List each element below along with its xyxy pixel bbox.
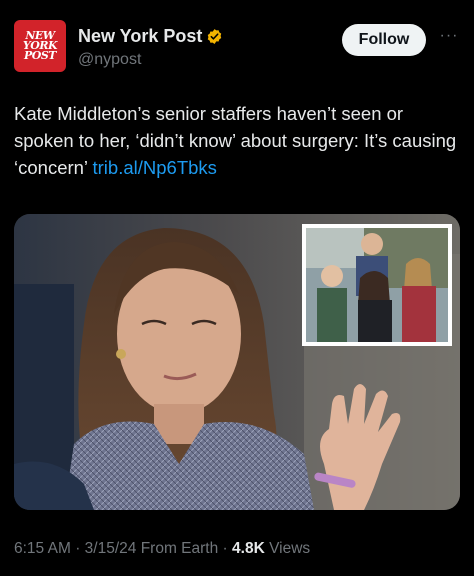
more-options-icon[interactable]: ··· — [438, 28, 460, 50]
tweet-time[interactable]: 6:15 AM — [14, 540, 71, 557]
tweet-date[interactable]: 3/15/24 — [85, 540, 137, 557]
photo-illustration — [14, 214, 460, 510]
author-info: New York Post @nypost — [78, 26, 223, 69]
tweet-source: From Earth — [140, 540, 219, 557]
tweet-header: NEW YORK POST New York Post @nypost Foll… — [14, 20, 460, 76]
author-handle[interactable]: @nypost — [78, 51, 223, 69]
tweet-body: Kate Middleton’s senior staffers haven’t… — [14, 103, 457, 178]
meta-separator: · — [75, 540, 81, 557]
views-label: Views — [269, 540, 311, 557]
author-display-name[interactable]: New York Post — [78, 26, 202, 47]
avatar[interactable]: NEW YORK POST — [14, 20, 66, 72]
earring — [116, 349, 126, 359]
tweet-metadata: 6:15 AM · 3/15/24 From Earth · 4.8K View… — [14, 540, 310, 558]
meta-separator: · — [222, 540, 228, 557]
views-count[interactable]: 4.8K — [232, 540, 265, 557]
author-name-row[interactable]: New York Post — [78, 26, 223, 47]
tweet-text: Kate Middleton’s senior staffers haven’t… — [14, 100, 460, 181]
verified-badge-icon — [208, 29, 222, 44]
tweet-media-photo[interactable] — [14, 214, 460, 510]
avatar-line-3: POST — [24, 49, 56, 63]
tweet-link[interactable]: trib.al/Np6Tbks — [93, 157, 217, 178]
inset-family-photo — [302, 224, 452, 346]
follow-button[interactable]: Follow — [342, 24, 426, 56]
